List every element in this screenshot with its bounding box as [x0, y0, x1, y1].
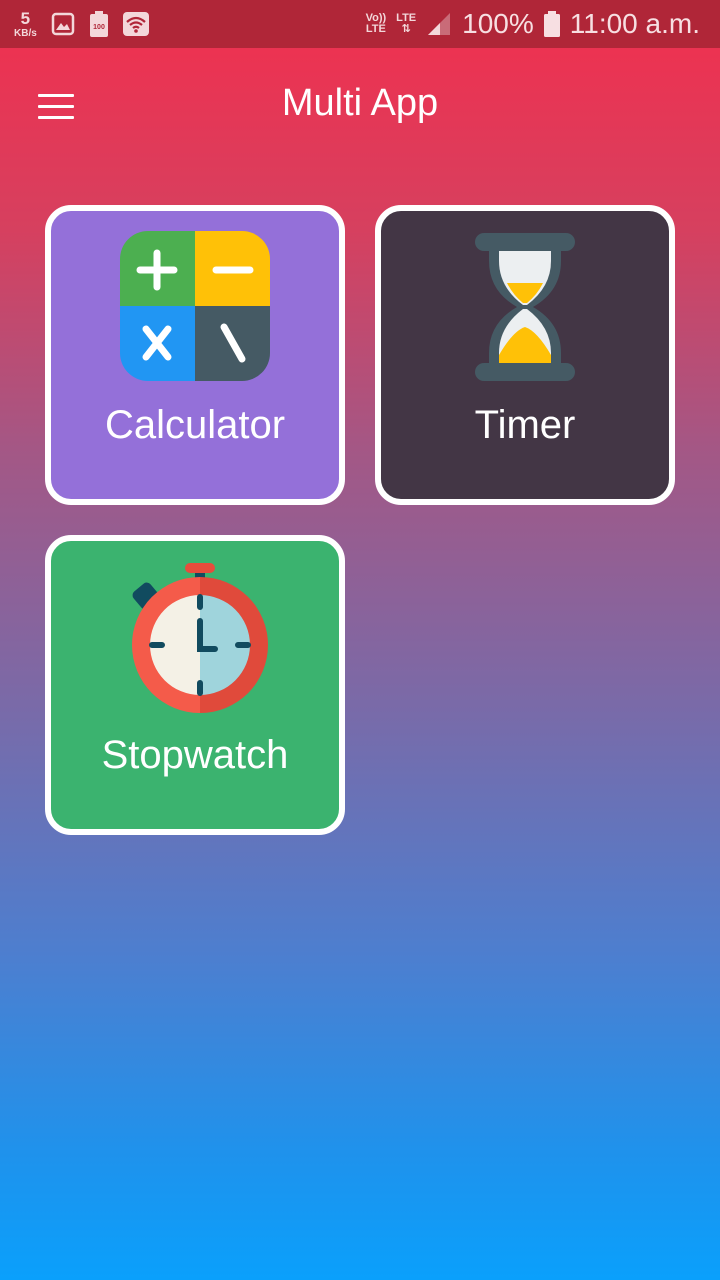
- signal-icon: [428, 13, 451, 35]
- battery-saver-label: 100: [93, 24, 105, 31]
- volte-lte-text: LTE: [365, 23, 386, 35]
- battery-saver-icon: 100: [89, 11, 108, 37]
- page-title: Multi App: [281, 82, 439, 124]
- gallery-icon: [51, 12, 75, 36]
- data-arrows-icon: ⇅: [401, 23, 411, 35]
- network-speed-value: 5: [20, 8, 31, 28]
- network-speed-unit: KB/s: [14, 27, 37, 39]
- wifi-icon: [122, 12, 149, 36]
- hourglass-icon: [475, 233, 575, 381]
- stopwatch-icon: [132, 563, 268, 713]
- calculator-icon: [120, 231, 270, 381]
- battery-percent: 100%: [462, 8, 534, 39]
- app-bar: Multi App: [0, 48, 720, 160]
- lte-indicator: LTE ⇅: [396, 13, 416, 35]
- calculator-tile[interactable]: Calculator: [45, 205, 345, 505]
- calculator-label: Calculator: [104, 403, 286, 447]
- battery-icon: [543, 11, 560, 37]
- status-bar: 5 KB/s 100 Vo)) LTE LTE ⇅ 100% 11:00 a.m…: [0, 0, 720, 48]
- stopwatch-label: Stopwatch: [101, 733, 289, 777]
- stopwatch-tile[interactable]: Stopwatch: [45, 535, 345, 835]
- timer-label: Timer: [474, 403, 576, 447]
- clock: 11:00 a.m.: [569, 8, 700, 39]
- volte-indicator: Vo)) LTE: [366, 13, 387, 35]
- network-speed: 5 KB/s: [14, 10, 37, 39]
- timer-tile[interactable]: Timer: [375, 205, 675, 505]
